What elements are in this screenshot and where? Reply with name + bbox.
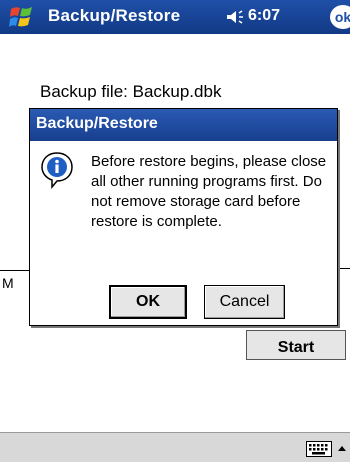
title-bar: Backup/Restore 6:07 ok <box>0 0 350 34</box>
title-ok-button[interactable]: ok <box>330 5 350 29</box>
restore-dialog: Backup/Restore Before restore begins, pl… <box>29 108 338 326</box>
info-icon <box>41 152 73 189</box>
dialog-title-bar: Backup/Restore <box>30 109 337 141</box>
window-title: Backup/Restore <box>48 6 181 25</box>
dialog-message: Before restore begins, please close all … <box>91 153 327 230</box>
partial-label: M <box>2 275 14 291</box>
dialog-title: Backup/Restore <box>36 115 158 132</box>
backup-file-label: Backup file: Backup.dbk <box>40 82 222 101</box>
start-button[interactable]: Start <box>246 330 346 360</box>
speaker-icon[interactable] <box>226 10 246 24</box>
windows-flag-icon[interactable] <box>8 3 36 31</box>
triangle-up-icon[interactable] <box>337 444 347 454</box>
clock[interactable]: 6:07 <box>248 7 280 25</box>
keyboard-icon[interactable] <box>306 441 332 457</box>
divider <box>0 270 30 271</box>
cancel-button[interactable]: Cancel <box>204 285 285 319</box>
ok-button[interactable]: OK <box>109 285 187 319</box>
menu-bar <box>0 432 350 462</box>
